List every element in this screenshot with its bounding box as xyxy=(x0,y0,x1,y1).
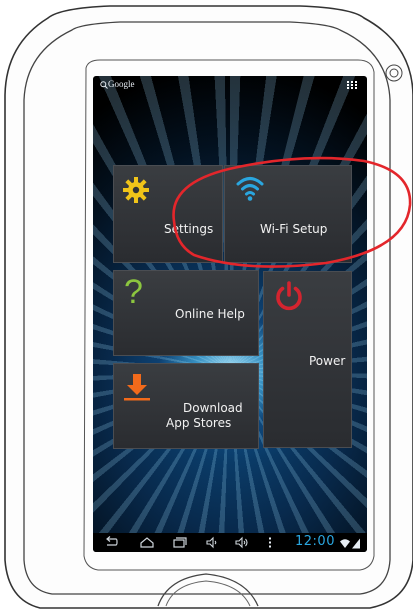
download-label-line1: Download xyxy=(183,401,243,415)
system-nav-bar: 12:00 xyxy=(93,533,367,552)
power-tile[interactable]: Power xyxy=(263,271,352,448)
power-icon xyxy=(276,281,302,311)
tablet-screen: Google Settings Wi-Fi Setup ? Online Hel… xyxy=(93,76,367,552)
clock: 12:00 xyxy=(295,534,335,549)
download-icon xyxy=(124,374,150,401)
volume-down-icon[interactable] xyxy=(206,536,218,549)
download-app-stores-tile[interactable]: Download App Stores xyxy=(113,363,259,449)
menu-icon[interactable] xyxy=(268,536,272,549)
question-icon: ? xyxy=(124,273,143,311)
search-icon xyxy=(100,81,108,89)
battery-icon xyxy=(352,538,360,549)
gear-icon xyxy=(123,177,149,203)
download-label-line2: App Stores xyxy=(166,416,232,430)
recent-apps-icon[interactable] xyxy=(173,536,187,549)
google-search[interactable]: Google xyxy=(97,79,157,91)
home-icon[interactable] xyxy=(140,536,154,549)
highlight-ellipse xyxy=(172,156,412,268)
online-help-tile[interactable]: ? Online Help xyxy=(113,270,259,356)
camera-icon xyxy=(385,64,403,82)
volume-up-icon[interactable] xyxy=(235,536,249,549)
power-label: Power xyxy=(309,354,346,368)
wifi-status-icon xyxy=(340,539,350,548)
app-grid-icon[interactable] xyxy=(347,81,357,89)
search-label: Google xyxy=(108,79,135,89)
back-icon[interactable] xyxy=(104,536,118,549)
top-bar: Google xyxy=(93,76,367,94)
online-help-label: Online Help xyxy=(175,307,245,321)
